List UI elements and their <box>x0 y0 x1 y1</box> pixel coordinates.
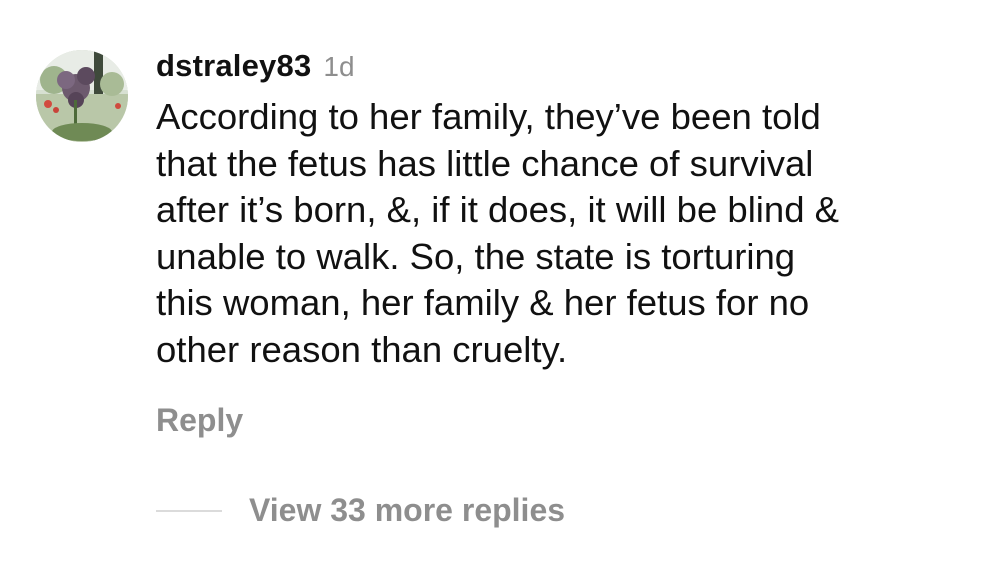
avatar-photo <box>36 50 128 142</box>
comment-text-line: unable to walk. So, the state is torturi… <box>156 235 796 277</box>
replies-divider <box>156 509 222 512</box>
comment-timestamp: 1d <box>323 51 355 82</box>
comment-thread: dstraley83 1d According to her family, t… <box>0 0 1000 573</box>
comment-text-line: this woman, her family & her fetus for n… <box>156 282 810 324</box>
comment-text-line: other reason than cruelty. <box>156 328 568 370</box>
view-more-replies-label: View 33 more replies <box>249 492 566 528</box>
view-more-replies-button[interactable]: View 33 more replies <box>156 492 565 529</box>
comment-text: According to her family, they’ve been to… <box>156 94 986 374</box>
comment-meta: dstraley83 1d <box>156 48 986 88</box>
reply-button[interactable]: Reply <box>156 402 243 439</box>
avatar[interactable] <box>36 50 128 142</box>
comment-text-line: that the fetus has little chance of surv… <box>156 142 814 184</box>
comment-text-line: According to her family, they’ve been to… <box>156 96 821 137</box>
comment: dstraley83 1d According to her family, t… <box>156 48 986 374</box>
comment-text-line: after it’s born, &, if it does, it will … <box>156 189 840 231</box>
username-link[interactable]: dstraley83 <box>156 48 311 84</box>
